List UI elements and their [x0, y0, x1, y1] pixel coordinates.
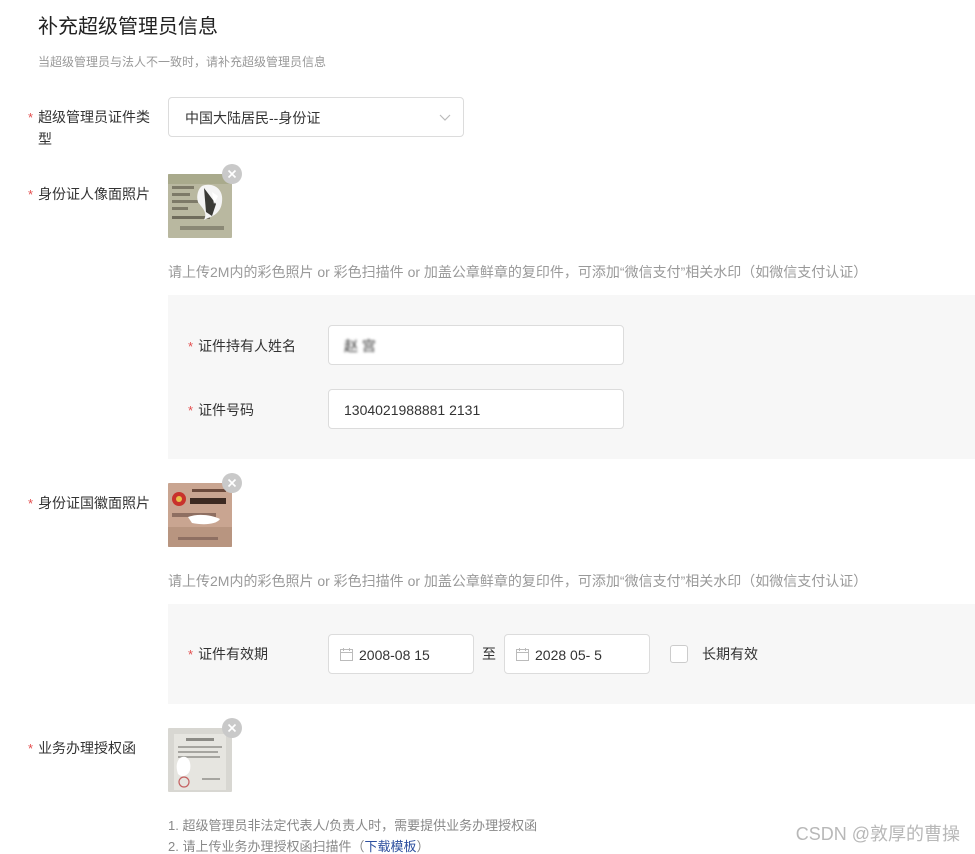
- long-term-label[interactable]: 长期有效: [702, 643, 758, 665]
- validity-start-date-value: 2008-08 15: [359, 647, 430, 663]
- authorization-note-2-prefix: 2. 请上传业务办理授权函扫描件（: [168, 839, 365, 854]
- remove-authorization-letter-button[interactable]: [222, 718, 242, 738]
- close-icon: [227, 169, 237, 179]
- csdn-watermark: CSDN @敦厚的曹操: [795, 824, 960, 844]
- required-mark: *: [188, 403, 194, 418]
- id-type-label-line2: 型: [38, 131, 52, 147]
- holder-name-input[interactable]: 赵 宫: [328, 325, 624, 365]
- authorization-letter-image: [168, 728, 232, 792]
- emblem-photo-label-text: 身份证国徽面照片: [38, 495, 151, 511]
- authorization-note-1: 1. 超级管理员非法定代表人/负责人时，需要提供业务办理授权函: [168, 818, 538, 833]
- id-number-value: 1304021988881 2131: [344, 402, 481, 418]
- authorization-label-text: 业务办理授权函: [38, 740, 137, 756]
- holder-name-label-text: 证件持有人姓名: [198, 338, 297, 354]
- portrait-photo-label: * 身份证人像面照片: [28, 183, 150, 206]
- id-card-portrait-image: [168, 174, 232, 238]
- authorization-note-2-suffix: ）: [416, 839, 430, 854]
- id-type-select[interactable]: 中国大陆居民--身份证: [168, 97, 464, 137]
- required-mark: *: [28, 496, 34, 511]
- validity-panel: * 证件有效期 2008-08 15 至 2028 05- 5 长期有效: [168, 604, 975, 704]
- portrait-photo-hint: 请上传2M内的彩色照片 or 彩色扫描件 or 加盖公章鲜章的复印件，可添加“微…: [168, 264, 868, 280]
- emblem-photo-label: * 身份证国徽面照片: [28, 492, 150, 515]
- required-mark: *: [28, 187, 34, 202]
- long-term-checkbox[interactable]: [670, 645, 688, 663]
- validity-label-text: 证件有效期: [198, 646, 269, 662]
- portrait-photo-label-text: 身份证人像面照片: [38, 186, 151, 202]
- id-card-emblem-image: [168, 483, 232, 547]
- id-type-label: * 超级管理员证件类: [28, 106, 150, 129]
- emblem-photo-thumbnail[interactable]: [168, 483, 232, 547]
- remove-emblem-photo-button[interactable]: [222, 473, 242, 493]
- holder-name-label: * 证件持有人姓名: [188, 335, 296, 358]
- validity-end-date-value: 2028 05- 5: [535, 647, 602, 663]
- page-title: 补充超级管理员信息: [38, 16, 218, 38]
- validity-end-date-input[interactable]: 2028 05- 5: [504, 634, 650, 674]
- required-mark: *: [28, 741, 34, 756]
- calendar-icon: [340, 648, 353, 661]
- id-type-value: 中国大陆居民--身份证: [185, 110, 321, 126]
- id-number-label-text: 证件号码: [198, 402, 255, 418]
- id-info-panel: * 证件持有人姓名 赵 宫 * 证件号码 1304021988881 2131: [168, 295, 975, 459]
- required-mark: *: [188, 339, 194, 354]
- id-number-input[interactable]: 1304021988881 2131: [328, 389, 624, 429]
- id-type-label-line1: 超级管理员证件类: [38, 109, 151, 125]
- holder-name-value: 赵 宫: [344, 338, 376, 354]
- required-mark: *: [188, 647, 194, 662]
- calendar-icon: [516, 648, 529, 661]
- authorization-note-2: 2. 请上传业务办理授权函扫描件（下载模板）: [168, 837, 430, 854]
- id-number-label: * 证件号码: [188, 399, 254, 422]
- date-range-separator: 至: [482, 646, 496, 662]
- emblem-photo-hint: 请上传2M内的彩色照片 or 彩色扫描件 or 加盖公章鲜章的复印件，可添加“微…: [168, 573, 868, 589]
- close-icon: [227, 478, 237, 488]
- required-mark: *: [28, 110, 34, 125]
- chevron-down-icon: [439, 114, 451, 121]
- page-subtitle: 当超级管理员与法人不一致时，请补充超级管理员信息: [38, 55, 327, 69]
- remove-portrait-photo-button[interactable]: [222, 164, 242, 184]
- validity-start-date-input[interactable]: 2008-08 15: [328, 634, 474, 674]
- close-icon: [227, 723, 237, 733]
- portrait-photo-thumbnail[interactable]: [168, 174, 232, 238]
- validity-label: * 证件有效期: [188, 643, 268, 666]
- download-template-link[interactable]: 下载模板: [364, 839, 416, 854]
- authorization-letter-thumbnail[interactable]: [168, 728, 232, 792]
- authorization-label: * 业务办理授权函: [28, 737, 136, 760]
